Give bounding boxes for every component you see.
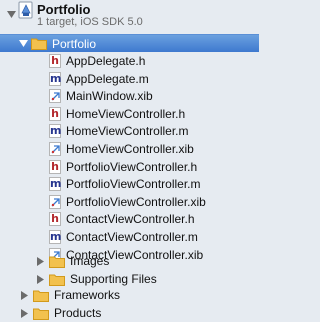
icon-glyph: m <box>50 230 62 243</box>
folder-label: Products <box>54 306 102 320</box>
group-row-portfolio[interactable]: Portfolio <box>0 34 259 52</box>
file-row[interactable]: h HomeViewController.h <box>0 105 259 123</box>
icon-glyph: h <box>51 212 59 226</box>
icon-glyph: h <box>51 159 59 173</box>
file-label: HomeViewController.xib <box>66 142 194 156</box>
icon-glyph: m <box>50 71 62 85</box>
file-label: PortfolioViewController.xib <box>66 194 206 209</box>
folder-icon <box>33 307 49 320</box>
disclosure-closed-icon[interactable] <box>35 256 45 266</box>
group-label: Portfolio <box>52 36 97 51</box>
file-label: MainWindow.xib <box>66 89 153 104</box>
icon-glyph: h <box>51 106 59 120</box>
implementation-file-icon: m <box>49 177 62 192</box>
file-row[interactable]: h PortfolioViewController.h <box>0 158 259 176</box>
folder-icon <box>49 255 65 268</box>
implementation-file-icon: m <box>49 230 61 244</box>
disclosure-closed-icon[interactable] <box>35 274 45 284</box>
disclosure-open-icon[interactable] <box>7 6 16 24</box>
header-file-icon: h <box>49 212 61 227</box>
disclosure-closed-icon[interactable] <box>19 308 29 318</box>
file-label: PortfolioViewController.h <box>66 159 198 174</box>
folder-icon <box>49 273 65 286</box>
project-subtitle: 1 target, iOS SDK 5.0 <box>37 16 143 28</box>
file-row[interactable]: HomeViewController.xib <box>0 140 259 158</box>
folder-icon <box>31 37 47 50</box>
file-row[interactable]: h AppDelegate.h <box>0 52 259 70</box>
header-file-icon: h <box>49 54 61 68</box>
file-label: PortfolioViewController.m <box>66 177 201 192</box>
implementation-file-icon: m <box>49 124 62 139</box>
top-folder-row[interactable]: Products <box>0 304 259 322</box>
implementation-file-icon: m <box>49 71 62 86</box>
icon-glyph: m <box>50 177 62 191</box>
header-file-icon: h <box>49 106 61 121</box>
top-folder-row[interactable]: Frameworks <box>0 286 259 304</box>
file-row[interactable]: m PortfolioViewController.m <box>0 175 259 193</box>
file-row[interactable]: h ContactViewController.h <box>0 210 259 228</box>
file-row[interactable]: m ContactViewController.m <box>0 228 259 246</box>
project-title: Portfolio <box>37 2 91 17</box>
file-label: ContactViewController.h <box>66 212 195 227</box>
file-row[interactable]: m HomeViewController.m <box>0 122 259 140</box>
folder-label: Frameworks <box>54 288 121 302</box>
folder-label: Supporting Files <box>70 272 157 286</box>
project-header[interactable]: Portfolio 1 target, iOS SDK 5.0 <box>0 0 259 34</box>
header-file-icon: h <box>49 159 61 174</box>
file-label: ContactViewController.m <box>66 230 198 244</box>
file-label: AppDelegate.h <box>66 54 146 68</box>
subfolder-row[interactable]: Images <box>0 252 259 270</box>
file-label: AppDelegate.m <box>66 71 149 86</box>
xib-file-icon <box>49 194 61 209</box>
icon-glyph: m <box>50 124 62 138</box>
icon-glyph: h <box>51 54 59 67</box>
disclosure-closed-icon[interactable] <box>19 290 29 300</box>
file-row[interactable]: PortfolioViewController.xib <box>0 193 259 211</box>
xib-file-icon <box>49 89 61 104</box>
disclosure-open-icon[interactable] <box>18 39 28 49</box>
file-row[interactable]: MainWindow.xib <box>0 87 259 105</box>
file-label: HomeViewController.m <box>66 124 189 139</box>
file-row[interactable]: m AppDelegate.m <box>0 70 259 88</box>
xib-file-icon <box>49 142 61 156</box>
file-label: HomeViewController.h <box>66 106 186 121</box>
folder-icon <box>33 289 49 302</box>
folder-label: Images <box>70 254 110 268</box>
xcode-project-icon <box>18 1 34 24</box>
